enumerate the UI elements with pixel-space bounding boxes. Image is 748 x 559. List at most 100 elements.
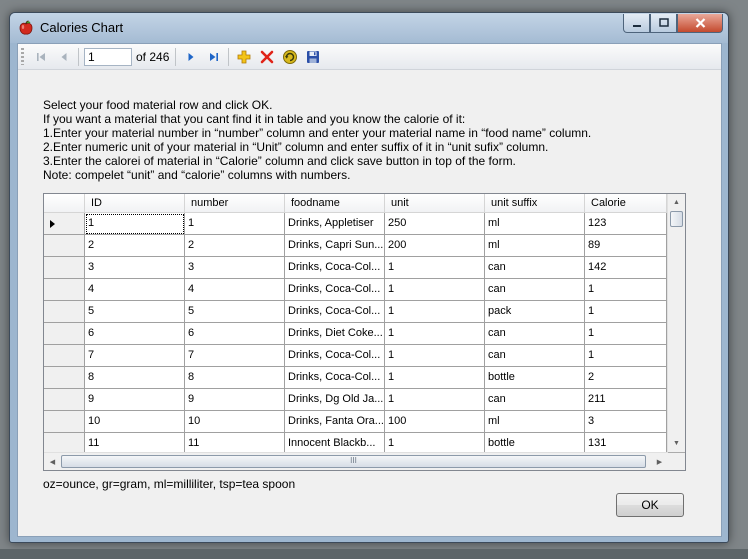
table-row[interactable]: 1 1 Drinks, Appletiser 250 ml 123 bbox=[44, 213, 667, 235]
add-new-button[interactable] bbox=[232, 46, 255, 68]
row-header[interactable] bbox=[44, 279, 85, 301]
position-input[interactable] bbox=[84, 47, 132, 66]
table-row[interactable]: 5 5 Drinks, Coca-Col... 1 pack 1 bbox=[44, 301, 667, 323]
table-row[interactable]: 10 10 Drinks, Fanta Ora... 100 ml 3 bbox=[44, 411, 667, 433]
move-previous-button[interactable] bbox=[52, 46, 75, 68]
cell-calorie[interactable]: 123 bbox=[585, 213, 667, 235]
column-header-number[interactable]: number bbox=[185, 194, 285, 213]
cell-id[interactable]: 3 bbox=[85, 257, 185, 279]
table-row[interactable]: 3 3 Drinks, Coca-Col... 1 can 142 bbox=[44, 257, 667, 279]
scroll-down-arrow-icon[interactable]: ▼ bbox=[668, 435, 685, 452]
cell-id[interactable]: 10 bbox=[85, 411, 185, 433]
cell-unit-suffix[interactable]: can bbox=[485, 279, 585, 301]
cell-calorie[interactable]: 3 bbox=[585, 411, 667, 433]
cell-unit-suffix[interactable]: ml bbox=[485, 411, 585, 433]
cell-unit[interactable]: 200 bbox=[385, 235, 485, 257]
cell-unit[interactable]: 1 bbox=[385, 279, 485, 301]
cell-number[interactable]: 2 bbox=[185, 235, 285, 257]
cell-unit[interactable]: 1 bbox=[385, 389, 485, 411]
cell-foodname[interactable]: Drinks, Coca-Col... bbox=[285, 257, 385, 279]
cell-unit[interactable]: 1 bbox=[385, 323, 485, 345]
cell-unit-suffix[interactable]: can bbox=[485, 389, 585, 411]
move-last-button[interactable] bbox=[202, 46, 225, 68]
ok-button[interactable]: OK bbox=[616, 493, 684, 517]
table-row[interactable]: 9 9 Drinks, Dg Old Ja... 1 can 211 bbox=[44, 389, 667, 411]
toolbar-grip[interactable] bbox=[21, 48, 24, 65]
cell-foodname[interactable]: Drinks, Coca-Col... bbox=[285, 367, 385, 389]
cell-unit-suffix[interactable]: can bbox=[485, 345, 585, 367]
column-header-id[interactable]: ID bbox=[85, 194, 185, 213]
cell-number[interactable]: 8 bbox=[185, 367, 285, 389]
column-header-foodname[interactable]: foodname bbox=[285, 194, 385, 213]
row-header[interactable] bbox=[44, 389, 85, 411]
cell-foodname[interactable]: Drinks, Coca-Col... bbox=[285, 279, 385, 301]
cell-unit[interactable]: 250 bbox=[385, 213, 485, 235]
cell-foodname[interactable]: Drinks, Capri Sun... bbox=[285, 235, 385, 257]
cell-calorie[interactable]: 1 bbox=[585, 279, 667, 301]
cell-unit-suffix[interactable]: can bbox=[485, 323, 585, 345]
cell-number[interactable]: 6 bbox=[185, 323, 285, 345]
cell-unit[interactable]: 1 bbox=[385, 345, 485, 367]
cell-id[interactable]: 8 bbox=[85, 367, 185, 389]
maximize-button[interactable] bbox=[650, 14, 677, 33]
table-row[interactable]: 7 7 Drinks, Coca-Col... 1 can 1 bbox=[44, 345, 667, 367]
cell-id[interactable]: 7 bbox=[85, 345, 185, 367]
scroll-left-arrow-icon[interactable]: ◀ bbox=[44, 453, 61, 470]
cell-unit[interactable]: 100 bbox=[385, 411, 485, 433]
table-row[interactable]: 4 4 Drinks, Coca-Col... 1 can 1 bbox=[44, 279, 667, 301]
cell-number[interactable]: 9 bbox=[185, 389, 285, 411]
cell-foodname[interactable]: Drinks, Fanta Ora... bbox=[285, 411, 385, 433]
cell-foodname[interactable]: Drinks, Coca-Col... bbox=[285, 345, 385, 367]
minimize-button[interactable] bbox=[623, 14, 650, 33]
row-header[interactable] bbox=[44, 411, 85, 433]
close-button[interactable] bbox=[677, 14, 723, 33]
save-button[interactable] bbox=[301, 46, 324, 68]
title-bar[interactable]: Calories Chart bbox=[10, 13, 728, 43]
cell-unit[interactable]: 1 bbox=[385, 367, 485, 389]
vertical-scroll-thumb[interactable] bbox=[670, 211, 683, 227]
cell-unit[interactable]: 1 bbox=[385, 257, 485, 279]
row-header[interactable] bbox=[44, 367, 85, 389]
cell-unit-suffix[interactable]: pack bbox=[485, 301, 585, 323]
row-header[interactable] bbox=[44, 213, 85, 235]
cell-id[interactable]: 6 bbox=[85, 323, 185, 345]
scroll-up-arrow-icon[interactable]: ▲ bbox=[668, 194, 685, 211]
table-row[interactable]: 8 8 Drinks, Coca-Col... 1 bottle 2 bbox=[44, 367, 667, 389]
cell-number[interactable]: 3 bbox=[185, 257, 285, 279]
cell-calorie[interactable]: 2 bbox=[585, 367, 667, 389]
cell-id[interactable]: 9 bbox=[85, 389, 185, 411]
cell-id[interactable]: 4 bbox=[85, 279, 185, 301]
table-row[interactable]: 2 2 Drinks, Capri Sun... 200 ml 89 bbox=[44, 235, 667, 257]
horizontal-scrollbar[interactable]: ◀ III ▶ bbox=[44, 452, 668, 470]
cell-number[interactable]: 1 bbox=[185, 213, 285, 235]
row-header-corner[interactable] bbox=[44, 194, 85, 213]
cell-calorie[interactable]: 211 bbox=[585, 389, 667, 411]
cell-id[interactable]: 1 bbox=[85, 213, 185, 235]
refresh-button[interactable] bbox=[278, 46, 301, 68]
cell-foodname[interactable]: Drinks, Dg Old Ja... bbox=[285, 389, 385, 411]
cell-calorie[interactable]: 1 bbox=[585, 345, 667, 367]
cell-unit-suffix[interactable]: can bbox=[485, 257, 585, 279]
row-header[interactable] bbox=[44, 323, 85, 345]
cell-unit[interactable]: 1 bbox=[385, 301, 485, 323]
cell-unit-suffix[interactable]: bottle bbox=[485, 367, 585, 389]
column-header-calorie[interactable]: Calorie bbox=[585, 194, 667, 213]
cell-number[interactable]: 4 bbox=[185, 279, 285, 301]
vertical-scrollbar[interactable]: ▲ ▼ bbox=[667, 194, 685, 452]
scroll-right-arrow-icon[interactable]: ▶ bbox=[651, 453, 668, 470]
row-header[interactable] bbox=[44, 301, 85, 323]
cell-calorie[interactable]: 142 bbox=[585, 257, 667, 279]
row-header[interactable] bbox=[44, 235, 85, 257]
cell-number[interactable]: 7 bbox=[185, 345, 285, 367]
cell-foodname[interactable]: Drinks, Appletiser bbox=[285, 213, 385, 235]
cell-unit-suffix[interactable]: ml bbox=[485, 213, 585, 235]
move-next-button[interactable] bbox=[179, 46, 202, 68]
cell-unit-suffix[interactable]: ml bbox=[485, 235, 585, 257]
table-row[interactable]: 6 6 Drinks, Diet Coke... 1 can 1 bbox=[44, 323, 667, 345]
cell-number[interactable]: 5 bbox=[185, 301, 285, 323]
cell-id[interactable]: 2 bbox=[85, 235, 185, 257]
food-data-grid[interactable]: ID number foodname unit unit suffix Calo… bbox=[43, 193, 686, 471]
delete-button[interactable] bbox=[255, 46, 278, 68]
column-header-unit[interactable]: unit bbox=[385, 194, 485, 213]
horizontal-scroll-thumb[interactable]: III bbox=[61, 455, 646, 468]
